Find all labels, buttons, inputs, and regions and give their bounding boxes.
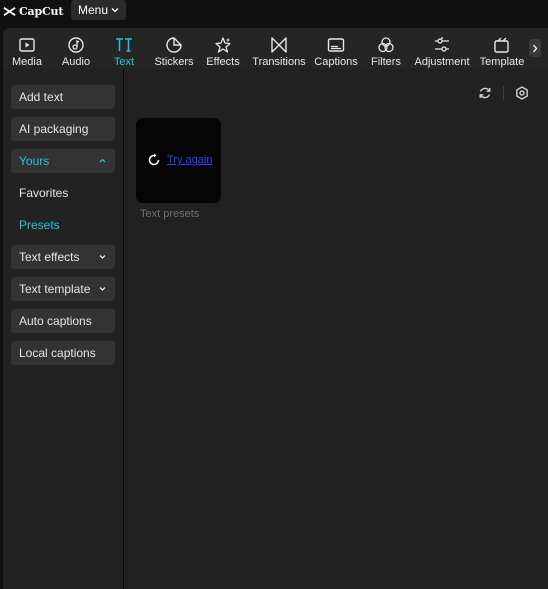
tab-label: Text xyxy=(113,56,135,68)
title-bar: CapCut Menu xyxy=(0,0,548,28)
card-caption: Text presets xyxy=(140,208,200,220)
settings-button[interactable] xyxy=(514,85,530,101)
tab-effects[interactable]: Effects xyxy=(203,28,243,69)
tab-transitions[interactable]: Transitions xyxy=(251,28,307,69)
sidebar-item-label: Text effects xyxy=(19,250,80,264)
tab-adjustment[interactable]: Adjustment xyxy=(413,28,471,69)
retry-row: Try again xyxy=(147,153,212,167)
templates-icon xyxy=(493,34,511,56)
loading-spinner-icon xyxy=(148,153,160,166)
text-preset-card[interactable]: Try again xyxy=(136,118,221,203)
sidebar-item-label: Text template xyxy=(19,282,91,296)
refresh-button[interactable] xyxy=(477,85,493,101)
tab-label: Captions xyxy=(314,56,358,68)
tab-label: Filters xyxy=(371,56,401,68)
tool-tabs-bar: Media Audio Text Stickers Effects Transi… xyxy=(3,28,548,69)
audio-icon xyxy=(67,34,85,56)
content-toolbar xyxy=(477,85,530,101)
tab-label: Media xyxy=(12,56,42,68)
sidebar-item-favorites[interactable]: Favorites xyxy=(11,181,115,205)
app-logo: CapCut xyxy=(3,3,63,19)
effects-icon xyxy=(214,34,232,56)
sidebar-item-text-template[interactable]: Text template xyxy=(11,277,115,301)
sidebar-item-label: Local captions xyxy=(19,346,96,360)
tab-label: Transitions xyxy=(252,56,306,68)
app-name: CapCut xyxy=(19,4,64,18)
tab-label: Effects xyxy=(206,56,240,68)
tab-label: Adjustment xyxy=(414,56,470,68)
chevron-down-icon xyxy=(99,255,106,259)
captions-icon xyxy=(327,34,345,56)
menu-label: Menu xyxy=(77,3,109,17)
tab-label: Audio xyxy=(61,56,91,68)
menu-button[interactable]: Menu xyxy=(71,0,126,20)
chevron-down-icon xyxy=(99,287,106,291)
filters-icon xyxy=(377,34,395,56)
settings-icon xyxy=(516,86,528,100)
tab-label: Stickers xyxy=(154,56,194,68)
sidebar-item-auto-captions[interactable]: Auto captions xyxy=(11,309,115,333)
sidebar-item-add-text[interactable]: Add text xyxy=(11,85,115,109)
text-icon xyxy=(115,34,133,56)
presets-content-area: Try again Text presets xyxy=(124,69,548,589)
sidebar-item-local-captions[interactable]: Local captions xyxy=(11,341,115,365)
tab-audio[interactable]: Audio xyxy=(58,28,94,69)
tab-templates[interactable]: Template xyxy=(479,28,525,69)
toolbar-separator xyxy=(503,86,504,100)
sidebar-item-ai-packaging[interactable]: AI packaging xyxy=(11,117,115,141)
sidebar-item-presets[interactable]: Presets xyxy=(11,213,115,237)
chevron-down-icon xyxy=(111,8,119,13)
sidebar-item-label: Auto captions xyxy=(19,314,92,328)
tabs-scroll-right-button[interactable] xyxy=(529,39,541,57)
tab-stickers[interactable]: Stickers xyxy=(153,28,195,69)
sidebar-item-label: AI packaging xyxy=(19,122,89,136)
chevron-right-icon xyxy=(533,44,538,52)
refresh-icon xyxy=(479,87,491,99)
stickers-icon xyxy=(165,34,183,56)
tab-captions[interactable]: Captions xyxy=(313,28,359,69)
capcut-window: CapCut Menu Media Audio Text Stickers Ef… xyxy=(0,0,548,589)
try-again-link[interactable]: Try again xyxy=(167,154,212,166)
sidebar-item-yours[interactable]: Yours xyxy=(11,149,115,173)
chevron-up-icon xyxy=(99,158,106,163)
tab-text[interactable]: Text xyxy=(107,28,141,69)
sidebar-item-label: Favorites xyxy=(19,186,69,200)
adjustment-icon xyxy=(433,34,451,56)
tab-filters[interactable]: Filters xyxy=(369,28,403,69)
capcut-logo-icon xyxy=(3,6,16,16)
transitions-icon xyxy=(270,34,288,56)
tab-media[interactable]: Media xyxy=(5,28,49,69)
text-categories-panel: Add text AI packaging Yours Favorites Pr… xyxy=(3,69,123,589)
sidebar-item-text-effects[interactable]: Text effects xyxy=(11,245,115,269)
sidebar-item-label: Presets xyxy=(19,218,60,232)
tab-label: Template xyxy=(479,56,525,68)
sidebar-item-label: Add text xyxy=(19,90,64,104)
media-icon xyxy=(18,34,36,56)
sidebar-item-label: Yours xyxy=(19,154,50,168)
